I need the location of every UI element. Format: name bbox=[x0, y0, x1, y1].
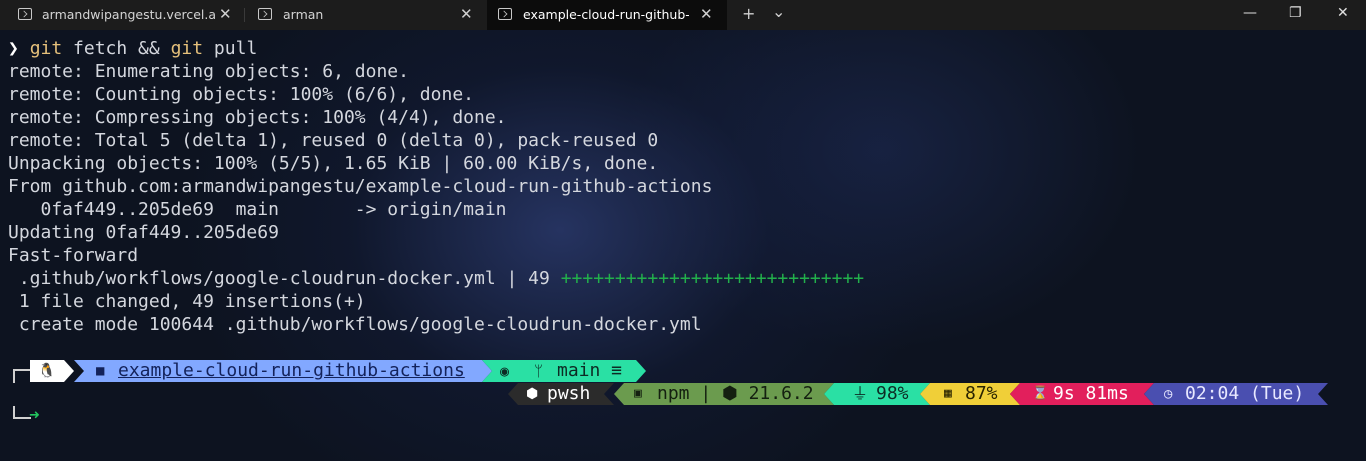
output-line: 0faf449..205de69 main -> origin/main bbox=[8, 199, 507, 220]
diffstat-plus: ++++++++++++++++++++++++++++ bbox=[560, 268, 865, 289]
tab-title: armandwipangestu.vercel.app bbox=[42, 7, 217, 22]
tab-title: example-cloud-run-github-ac bbox=[523, 7, 689, 22]
shell-icon: ⬢ bbox=[526, 386, 539, 402]
terminal-pane[interactable]: ❯ git fetch && git pull remote: Enumerat… bbox=[0, 30, 1366, 461]
output-line: From github.com:armandwipangestu/example… bbox=[8, 176, 713, 197]
timer-icon: ⌛ bbox=[1032, 386, 1049, 401]
command-line: ❯ git fetch && git pull bbox=[8, 38, 257, 59]
terminal-icon bbox=[18, 8, 32, 20]
battery-plug-icon: ⏚ bbox=[852, 384, 869, 403]
minimize-button[interactable]: — bbox=[1243, 5, 1257, 21]
execution-time: 9s 81ms bbox=[1053, 383, 1129, 404]
tab-bar: armandwipangestu.vercel.app ✕ arman ✕ ex… bbox=[0, 0, 1366, 30]
output-line: 1 file changed, 49 insertions(+) bbox=[8, 291, 366, 312]
powerline-top: 🐧 ■ example-cloud-run-github-actions ◉ ᛘ… bbox=[0, 360, 660, 382]
prompt-arrow-icon: ➜ bbox=[29, 408, 40, 423]
package-icon: ▣ bbox=[634, 386, 642, 401]
close-icon[interactable]: ✕ bbox=[460, 5, 473, 23]
diffstat-line: .github/workflows/google-cloudrun-docker… bbox=[8, 268, 864, 289]
tab-dropdown-button[interactable]: ⌄ bbox=[772, 2, 785, 21]
command-text: fetch && bbox=[62, 38, 171, 59]
tab-armandwipangestu[interactable]: armandwipangestu.vercel.app ✕ bbox=[0, 0, 243, 30]
node-version: npm | ⬢ 21.6.2 bbox=[657, 383, 814, 404]
clock-icon: ◷ bbox=[1164, 386, 1173, 402]
powerline-right: ⬢ pwsh ▣ npm | ⬢ 21.6.2 ⏚ 98% ▦ 87% ⌛ 9s… bbox=[0, 383, 1366, 405]
maximize-button[interactable]: ❐ bbox=[1289, 5, 1302, 21]
memory-usage: 87% bbox=[965, 383, 998, 404]
terminal-icon bbox=[258, 8, 272, 20]
git-branch: main ≡ bbox=[557, 360, 623, 381]
output-line: remote: Total 5 (delta 1), reused 0 (del… bbox=[8, 130, 659, 151]
tab-example-cloud-run[interactable]: example-cloud-run-github-ac ✕ bbox=[487, 0, 727, 30]
output-line: remote: Counting objects: 100% (6/6), do… bbox=[8, 84, 474, 105]
output-line: Unpacking objects: 100% (5/5), 1.65 KiB … bbox=[8, 153, 659, 174]
shell-name: pwsh bbox=[547, 383, 591, 404]
git-branch-icon: ᛘ bbox=[534, 362, 544, 380]
tab-title: arman bbox=[283, 7, 324, 22]
close-icon[interactable]: ✕ bbox=[219, 5, 232, 23]
tab-arman[interactable]: arman ✕ bbox=[240, 0, 486, 30]
memory-icon: ▦ bbox=[944, 386, 952, 401]
current-folder[interactable]: example-cloud-run-github-actions bbox=[118, 360, 465, 382]
output-line: create mode 100644 .github/workflows/goo… bbox=[8, 314, 702, 335]
output-line: Updating 0faf449..205de69 bbox=[8, 222, 279, 243]
diffstat-file: .github/workflows/google-cloudrun-docker… bbox=[8, 268, 561, 289]
battery-level: 98% bbox=[876, 383, 909, 404]
github-icon: ◉ bbox=[500, 362, 510, 380]
output-line: remote: Compressing objects: 100% (4/4),… bbox=[8, 107, 507, 128]
clock-time: 02:04 (Tue) bbox=[1185, 383, 1305, 404]
close-icon[interactable]: ✕ bbox=[700, 5, 713, 23]
output-line: remote: Enumerating objects: 6, done. bbox=[8, 61, 409, 82]
command-git: git bbox=[29, 38, 63, 59]
close-window-button[interactable]: ✕ bbox=[1337, 5, 1349, 21]
folder-icon: ■ bbox=[96, 363, 105, 379]
command-git: git bbox=[170, 38, 204, 59]
prompt-chevron-icon: ❯ bbox=[8, 38, 19, 59]
new-tab-button[interactable]: + bbox=[742, 4, 755, 23]
output-line: Fast-forward bbox=[8, 245, 139, 266]
os-linux-icon: 🐧 bbox=[38, 363, 56, 379]
command-text: pull bbox=[203, 38, 258, 59]
terminal-icon bbox=[498, 8, 512, 20]
